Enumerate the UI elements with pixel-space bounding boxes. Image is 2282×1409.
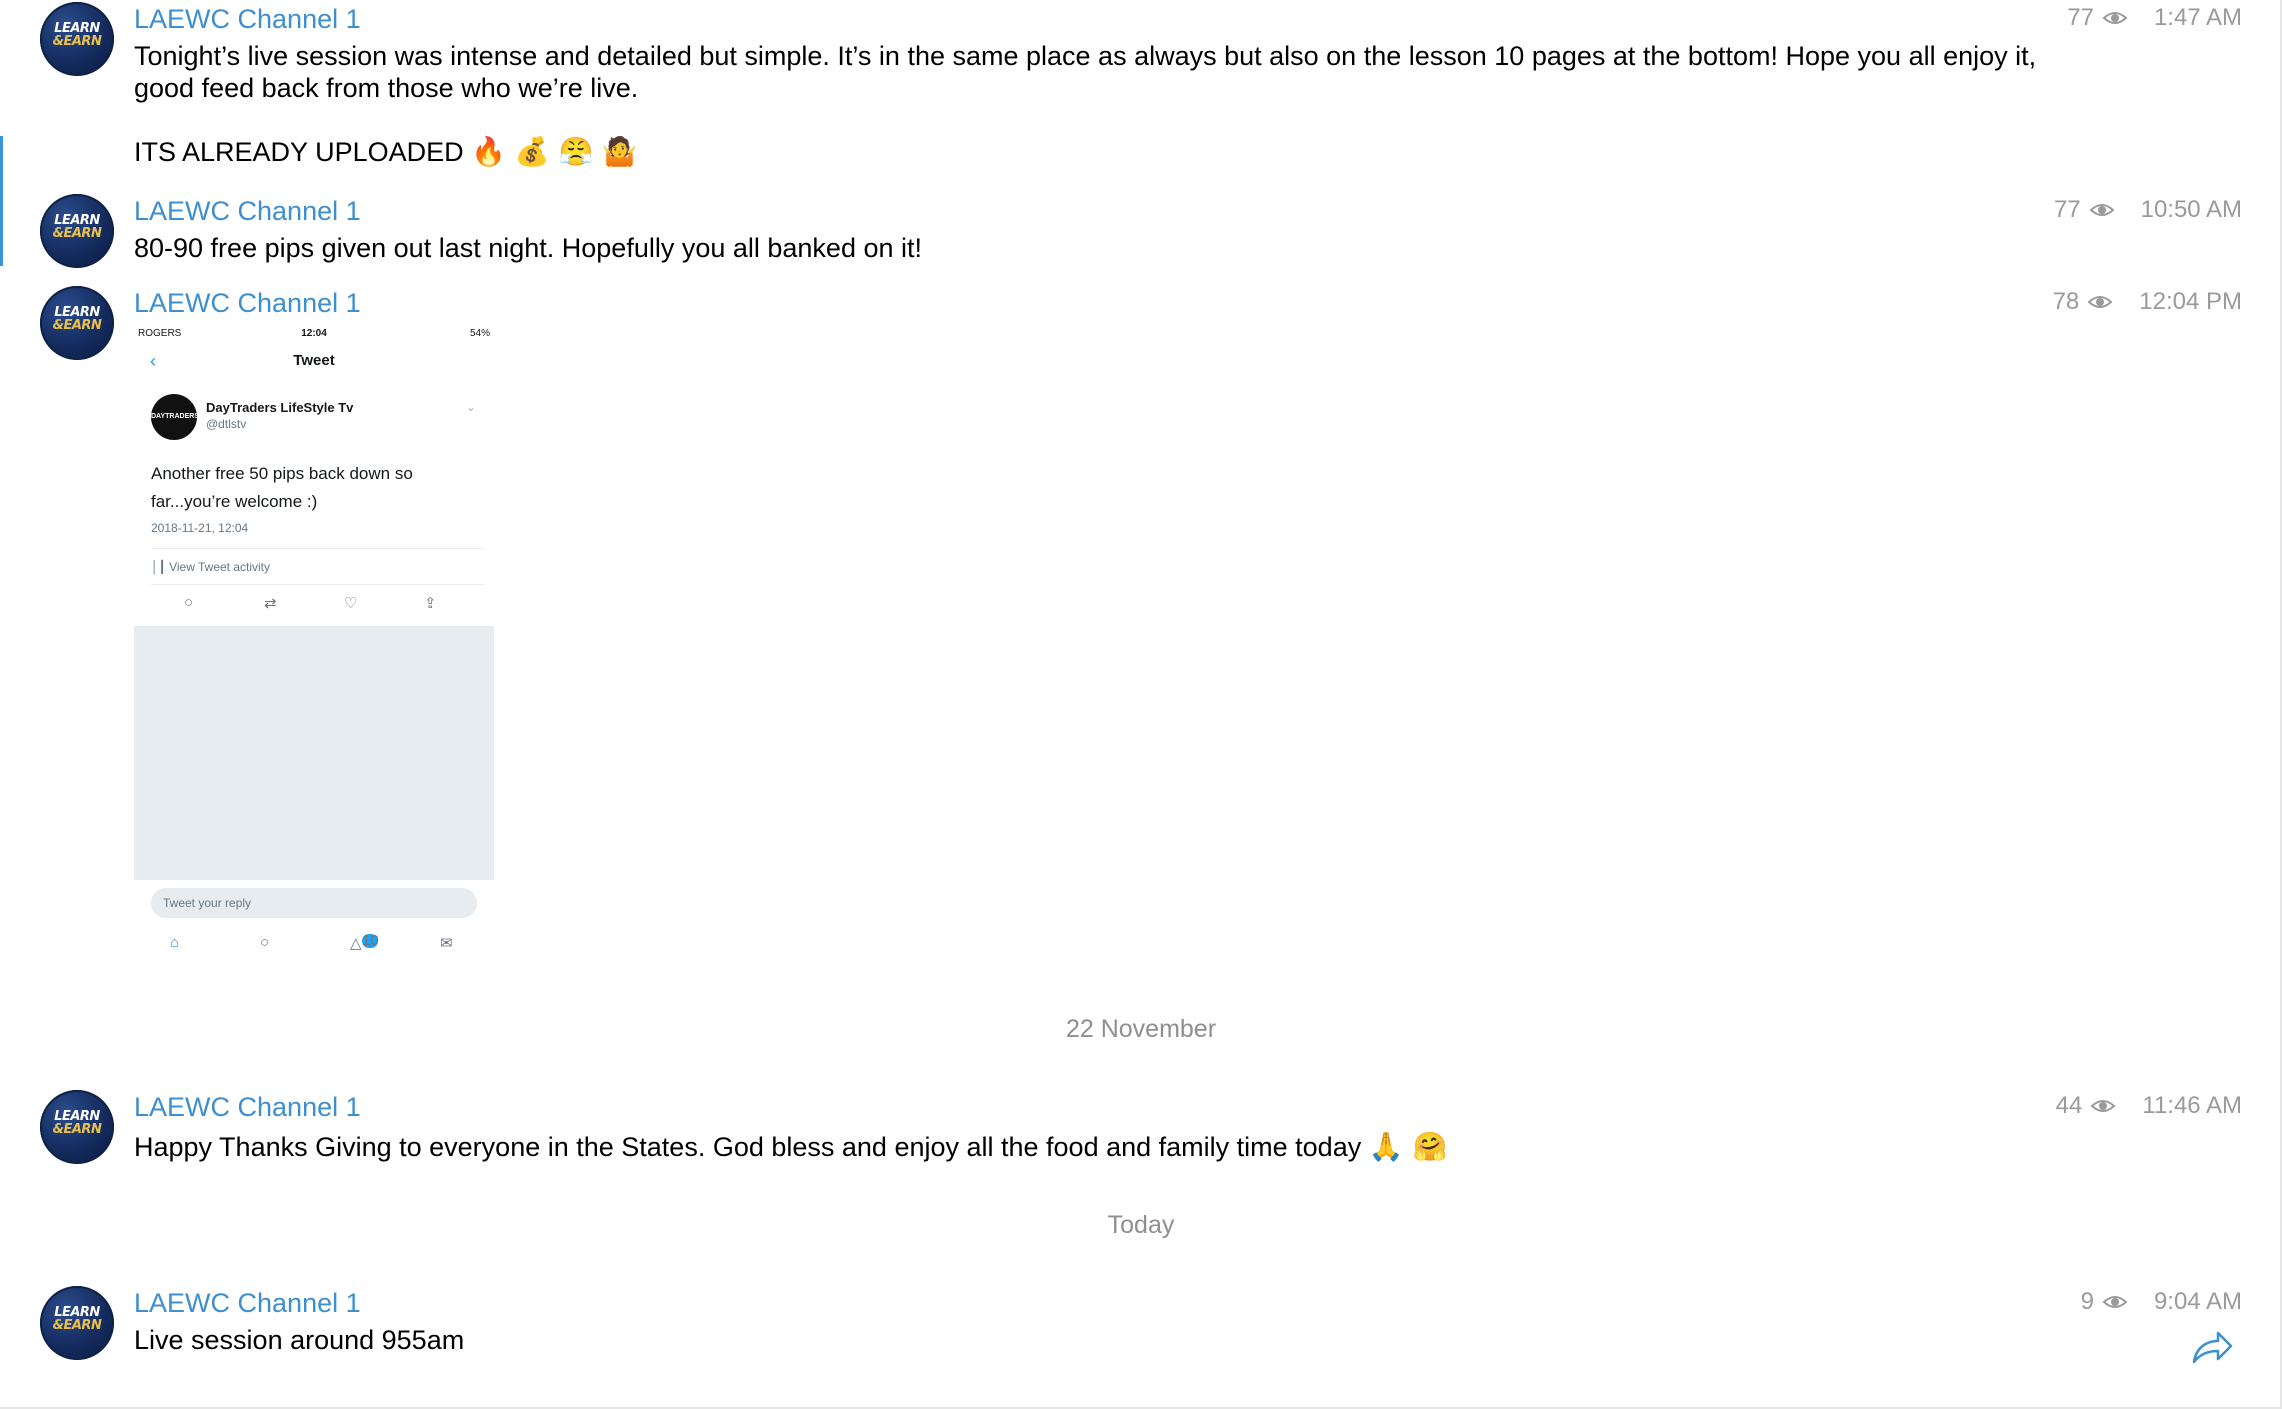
eye-icon [2102, 1296, 2128, 1308]
sender-name[interactable]: LAEWC Channel 1 [134, 196, 361, 227]
view-count: 78 [2052, 288, 2080, 315]
avatar-logo-line2: &EARN [52, 1318, 102, 1333]
phone-clock: 12:04 [301, 328, 327, 339]
notification-badge: 10 [362, 932, 379, 949]
phone-status-bar: ROGERS 12:04 54% [138, 328, 490, 342]
message-meta: 77 1:47 AM [2067, 4, 2242, 32]
message-time: 12:04 PM [2139, 288, 2242, 315]
message-time: 11:46 AM [2142, 1092, 2242, 1119]
tweet-activity: │┃ View Tweet activity [151, 560, 270, 574]
mail-icon: ✉ [440, 935, 453, 952]
tweet-actions: ○ ⇄ ♡ ⇪ [134, 594, 494, 618]
bar-chart-icon: │┃ [151, 560, 166, 574]
message-text-line3: ITS ALREADY UPLOADED 🔥 💰 😤 🤷 [134, 136, 637, 168]
eye-icon [2089, 204, 2115, 216]
eye-icon [2102, 12, 2128, 24]
home-icon: ⌂ [170, 934, 180, 951]
avatar-logo-line2: &EARN [52, 226, 102, 241]
channel-avatar[interactable]: LEARN &EARN [40, 1090, 114, 1164]
view-count: 44 [2055, 1092, 2083, 1119]
emoji-group: 🔥 💰 😤 🤷 [471, 135, 638, 168]
date-separator: 22 November [1065, 1015, 1217, 1043]
eye-icon [2090, 1100, 2116, 1112]
channel-avatar[interactable]: LEARN &EARN [40, 194, 114, 268]
twitter-tab-bar: ⌂ ○ △ 10 ✉ [134, 928, 494, 960]
message-text-line2: good feed back from those who we’re live… [134, 73, 639, 103]
emoji-group: 🙏 🤗 [1368, 1130, 1448, 1163]
sender-name[interactable]: LAEWC Channel 1 [134, 4, 361, 35]
nav-title: Tweet [293, 352, 335, 369]
message-meta: 44 11:46 AM [2056, 1092, 2242, 1120]
uploaded-text: ITS ALREADY UPLOADED [134, 137, 464, 167]
reply-icon: ○ [184, 594, 194, 611]
tweet-text: Another free 50 pips back down so far...… [151, 464, 413, 511]
message-meta: 9 9:04 AM [2081, 1288, 2242, 1316]
sender-name[interactable]: LAEWC Channel 1 [134, 1288, 361, 1319]
forward-share-icon[interactable] [2190, 1328, 2234, 1366]
message-text-row: Happy Thanks Giving to everyone in the S… [134, 1131, 1447, 1163]
tweet-date: 2018-11-21, 12:04 [151, 521, 249, 535]
tweet-author-name: DayTraders LifeStyle Tv [206, 400, 354, 415]
view-count: 9 [2080, 1288, 2094, 1315]
channel-avatar[interactable]: LEARN &EARN [40, 286, 114, 360]
channel-avatar[interactable]: LEARN &EARN [40, 2, 114, 76]
battery-level: 54% [469, 328, 490, 339]
tweet-author-avatar: DAYTRADERS [151, 394, 197, 440]
message-text: Happy Thanks Giving to everyone in the S… [134, 1132, 1362, 1162]
date-separator: Today [1107, 1211, 1175, 1239]
sender-name[interactable]: LAEWC Channel 1 [134, 1092, 361, 1123]
tweet-nav: ‹ Tweet [134, 351, 494, 378]
message-text-line1: Tonight’s live session was intense and d… [134, 41, 2037, 71]
eye-icon [2087, 296, 2113, 308]
bell-icon: △ [350, 935, 362, 952]
avatar-logo-line2: &EARN [52, 1122, 102, 1137]
sender-name[interactable]: LAEWC Channel 1 [134, 288, 361, 319]
message-text: 80-90 free pips given out last night. Ho… [134, 233, 922, 263]
divider [151, 548, 484, 549]
avatar-logo-line2: &EARN [52, 318, 102, 333]
channel-avatar[interactable]: LEARN &EARN [40, 1286, 114, 1360]
avatar-logo-line2: &EARN [52, 34, 102, 49]
divider [151, 584, 484, 585]
like-icon: ♡ [344, 595, 358, 612]
message-meta: 77 10:50 AM [2054, 196, 2242, 224]
blank-area [134, 626, 494, 880]
photo-attachment[interactable]: ROGERS 12:04 54% ‹ Tweet DAYTRADERS DayT… [134, 322, 494, 966]
share-icon: ⇪ [424, 595, 437, 612]
chevron-down-icon: ⌄ [465, 400, 476, 414]
selection-indicator [0, 136, 3, 266]
back-chevron-icon: ‹ [150, 351, 156, 371]
view-count: 77 [2053, 196, 2081, 223]
tweet-author-handle: @dtlstv [206, 417, 247, 431]
message-time: 1:47 AM [2153, 4, 2242, 31]
message-time: 9:04 AM [2153, 1288, 2242, 1315]
retweet-icon: ⇄ [264, 595, 277, 612]
view-count: 77 [2067, 4, 2094, 31]
activity-label: View Tweet activity [169, 560, 271, 574]
message-text: Live session around 955am [134, 1325, 465, 1355]
message-meta: 78 12:04 PM [2053, 288, 2242, 316]
message-time: 10:50 AM [2140, 196, 2242, 223]
reply-box: Tweet your reply [151, 888, 477, 918]
search-icon: ○ [260, 934, 270, 951]
